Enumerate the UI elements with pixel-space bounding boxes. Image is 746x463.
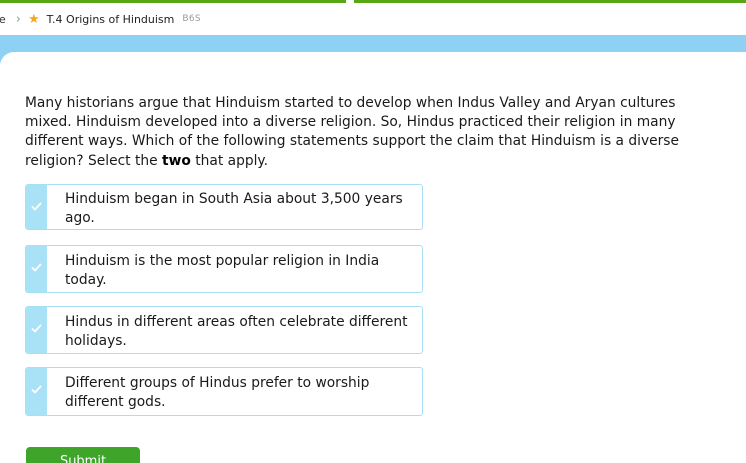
answer-choice[interactable]: Hinduism is the most popular religion in… bbox=[25, 245, 423, 293]
checkmark-icon bbox=[31, 202, 42, 211]
checkmark-icon bbox=[31, 324, 42, 333]
question-emphasis: two bbox=[162, 152, 191, 169]
breadcrumb-skill-title: T.4 Origins of Hinduism bbox=[46, 12, 175, 26]
checkbox[interactable] bbox=[26, 246, 47, 292]
star-icon: ★ bbox=[27, 11, 40, 27]
question-text: Many historians argue that Hinduism star… bbox=[25, 95, 679, 169]
practice-page: e › ★ T.4 Origins of Hinduism B6S Many h… bbox=[0, 0, 746, 463]
answer-choice[interactable]: Hinduism began in South Asia about 3,500… bbox=[25, 184, 423, 230]
answer-choice-label: Hindus in different areas often celebrat… bbox=[65, 314, 408, 349]
answer-choice-label: Hinduism began in South Asia about 3,500… bbox=[65, 191, 403, 226]
checkmark-icon bbox=[31, 385, 42, 394]
chevron-right-icon: › bbox=[15, 11, 21, 27]
checkbox[interactable] bbox=[26, 368, 47, 415]
checkbox[interactable] bbox=[26, 185, 47, 229]
question-prompt: Many historians argue that Hinduism star… bbox=[25, 94, 685, 171]
answer-choice[interactable]: Different groups of Hindus prefer to wor… bbox=[25, 367, 423, 416]
answer-choice-label: Hinduism is the most popular religion in… bbox=[65, 253, 380, 288]
skill-code: B6S bbox=[182, 14, 201, 24]
checkmark-icon bbox=[31, 263, 42, 272]
question-text-end: that apply. bbox=[190, 152, 269, 169]
breadcrumb-previous-link[interactable]: e bbox=[0, 13, 6, 26]
answer-choice-label: Different groups of Hindus prefer to wor… bbox=[65, 375, 370, 410]
breadcrumb: e › ★ T.4 Origins of Hinduism B6S bbox=[0, 3, 746, 35]
answer-choice[interactable]: Hindus in different areas often celebrat… bbox=[25, 306, 423, 354]
checkbox[interactable] bbox=[26, 307, 47, 353]
submit-button[interactable]: Submit bbox=[26, 447, 140, 463]
